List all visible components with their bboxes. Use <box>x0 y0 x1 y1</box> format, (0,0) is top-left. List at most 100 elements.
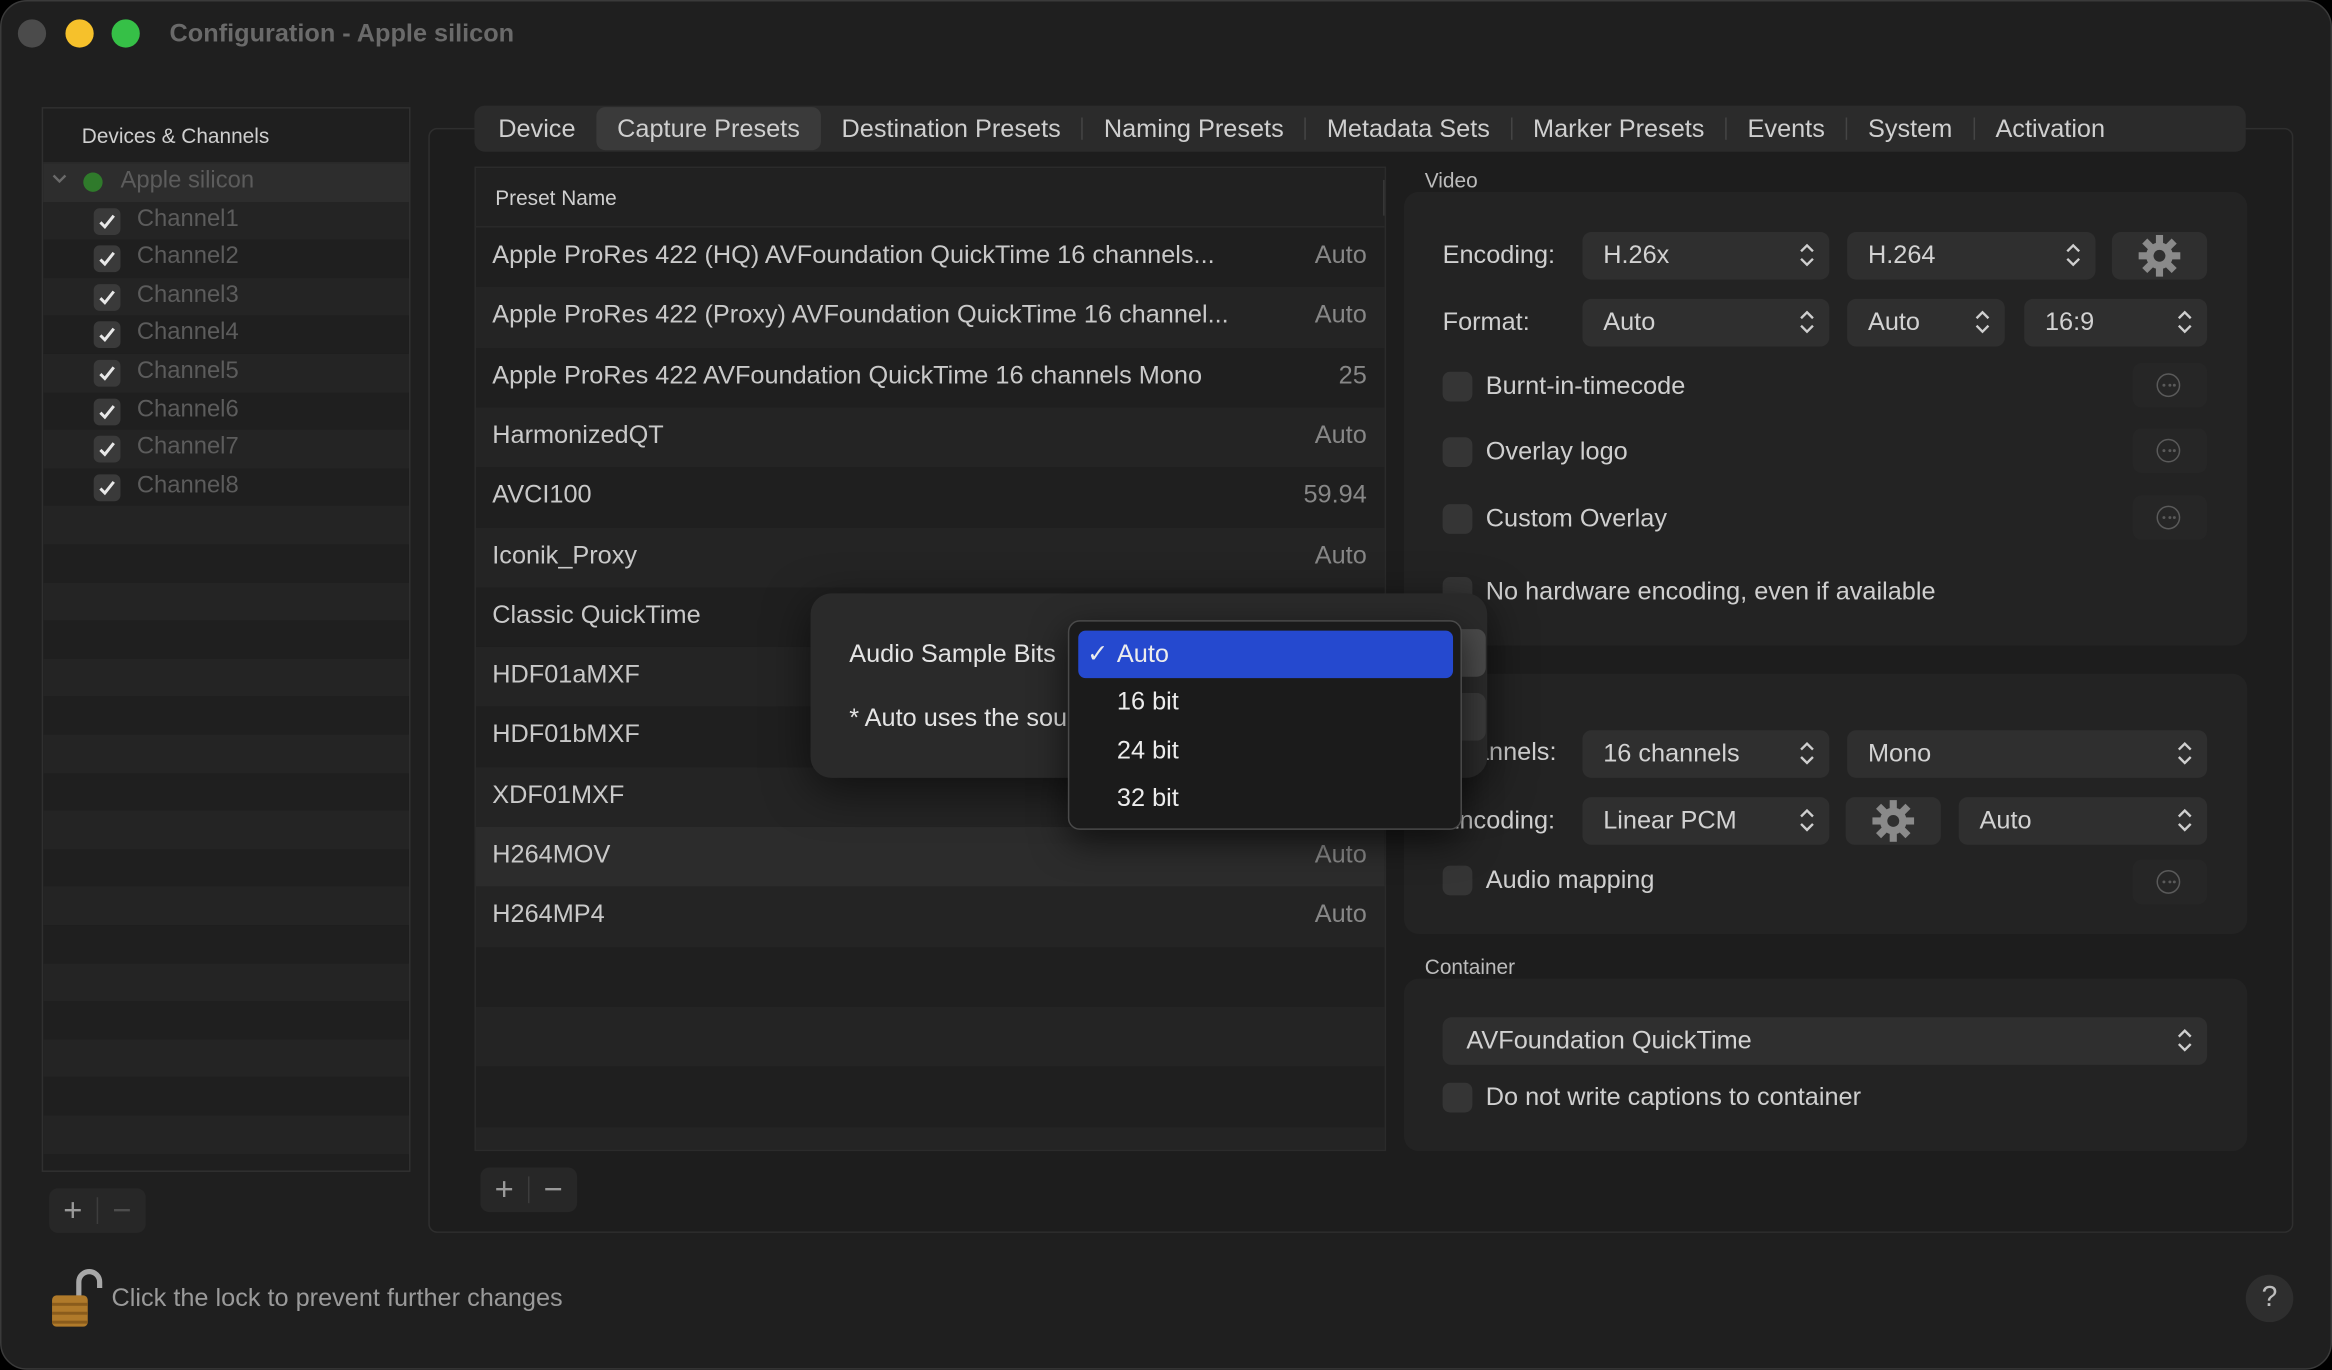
add-preset-button[interactable]: + <box>480 1167 528 1212</box>
format-resolution-popup[interactable]: Auto <box>1582 298 1830 347</box>
checkmark-icon <box>99 252 115 267</box>
table-row[interactable]: AVCI100 59.94 <box>476 467 1385 527</box>
close-window-button[interactable] <box>17 19 47 48</box>
sidebar-item-channel[interactable]: Channel8 <box>43 468 409 506</box>
audio-channel-mode-popup[interactable]: Mono <box>1847 730 2208 778</box>
video-codec-popup[interactable]: H.264 <box>1847 232 2096 280</box>
burnt-in-timecode-label: Burnt-in-timecode <box>1485 371 1686 401</box>
checkmark-icon <box>99 480 115 495</box>
sidebar-item-device[interactable]: Apple silicon <box>43 163 409 202</box>
sidebar-item-channel[interactable]: Channel7 <box>43 430 409 469</box>
channel-checkbox[interactable] <box>93 397 121 425</box>
custom-overlay-options-button[interactable] <box>2132 495 2208 540</box>
sidebar-item-channel[interactable]: Channel4 <box>43 316 409 354</box>
channel-label: Channel4 <box>136 320 239 346</box>
custom-overlay-checkbox[interactable] <box>1442 504 1473 534</box>
burnt-in-options-button[interactable] <box>2132 362 2208 408</box>
audio-encoding-settings-button[interactable] <box>1845 797 1941 845</box>
checkmark-icon <box>99 404 115 419</box>
column-header-preset-name[interactable]: Preset Name <box>475 168 1385 228</box>
audio-auto-note: * Auto uses the source <box>849 703 1072 732</box>
preset-name: HarmonizedQT <box>492 420 664 449</box>
channel-checkbox[interactable] <box>93 245 121 273</box>
audio-channels-popup[interactable]: 16 channels <box>1582 730 1830 778</box>
no-captions-checkbox[interactable] <box>1442 1082 1473 1113</box>
audio-encoding-popup[interactable]: Linear PCM <box>1582 797 1830 845</box>
channel-label: Channel1 <box>136 206 239 232</box>
tab-events[interactable]: Events <box>1727 107 1846 150</box>
tab-naming-presets[interactable]: Naming Presets <box>1083 107 1305 150</box>
tab-activation[interactable]: Activation <box>1975 107 2126 150</box>
minimize-window-button[interactable] <box>65 19 94 48</box>
burnt-in-timecode-checkbox[interactable] <box>1442 371 1473 402</box>
tab-system[interactable]: System <box>1847 107 1973 150</box>
container-section-title: Container <box>1424 954 1516 979</box>
channel-label: Channel6 <box>136 396 239 422</box>
sidebar-item-channel[interactable]: Channel2 <box>43 240 409 278</box>
menu-item-auto[interactable]: ✓ Auto <box>1078 630 1454 679</box>
channel-checkbox[interactable] <box>93 474 121 501</box>
audio-mapping-label: Audio mapping <box>1485 865 1655 894</box>
updown-icon <box>2177 1028 2192 1052</box>
tab-metadata-sets[interactable]: Metadata Sets <box>1306 107 1511 150</box>
remove-channel-button[interactable]: − <box>98 1188 146 1233</box>
updown-icon <box>1975 310 1990 334</box>
unlocked-padlock-icon[interactable] <box>49 1267 103 1329</box>
tab-bar: Device Capture Presets Destination Presets… <box>474 105 2246 152</box>
menu-item-16-bit[interactable]: 16 bit <box>1078 679 1453 727</box>
status-dot-icon <box>83 172 103 192</box>
preset-name: Iconik_Proxy <box>492 540 638 569</box>
tab-destination-presets[interactable]: Destination Presets <box>821 107 1082 150</box>
table-row[interactable]: Apple ProRes 422 AVFoundation QuickTime … <box>476 347 1385 407</box>
video-encoding-family-popup[interactable]: H.26x <box>1582 232 1830 280</box>
add-channel-button[interactable]: + <box>49 1188 97 1233</box>
channel-checkbox[interactable] <box>93 321 121 349</box>
gear-icon <box>2138 234 2181 277</box>
channel-checkbox[interactable] <box>93 283 121 311</box>
container-format-popup[interactable]: AVFoundation QuickTime <box>1442 1017 2208 1065</box>
help-button[interactable]: ? <box>2245 1274 2294 1323</box>
channel-label: Channel2 <box>136 244 239 270</box>
empty-row <box>43 886 409 926</box>
table-row[interactable]: Iconik_Proxy Auto <box>475 527 1385 588</box>
sidebar-item-channel[interactable]: Channel1 <box>43 201 409 240</box>
overlay-logo-options-button[interactable] <box>2132 428 2208 473</box>
audio-sample-rate-popup[interactable]: Auto <box>1958 797 2208 845</box>
preset-name: HDF01bMXF <box>492 720 640 749</box>
video-codec-settings-button[interactable] <box>2111 232 2208 280</box>
channel-checkbox[interactable] <box>93 436 121 463</box>
format-aspect-popup[interactable]: 16:9 <box>2024 298 2208 347</box>
empty-row <box>43 963 409 1002</box>
zoom-window-button[interactable] <box>111 19 140 48</box>
audio-mapping-options-button[interactable] <box>2132 859 2208 905</box>
updown-icon <box>1800 741 1814 765</box>
channel-checkbox[interactable] <box>93 207 121 235</box>
empty-row <box>475 1006 1385 1067</box>
table-row[interactable]: H264MP4 Auto <box>475 886 1385 947</box>
sidebar-item-channel[interactable]: Channel6 <box>43 392 409 430</box>
empty-row <box>43 658 409 697</box>
tab-marker-presets[interactable]: Marker Presets <box>1512 107 1725 150</box>
overlay-logo-label: Overlay logo <box>1485 437 1628 466</box>
table-row[interactable]: H264MOV Auto <box>475 826 1385 887</box>
sidebar-item-channel[interactable]: Channel3 <box>43 277 409 316</box>
empty-row <box>43 582 409 621</box>
channel-checkbox[interactable] <box>93 359 121 387</box>
table-row[interactable]: HarmonizedQT Auto <box>475 407 1385 468</box>
sidebar-item-channel[interactable]: Channel5 <box>43 353 409 393</box>
format-framerate-popup[interactable]: Auto <box>1847 298 2005 347</box>
menu-item-24-bit[interactable]: 24 bit <box>1078 727 1453 775</box>
remove-preset-button[interactable]: − <box>529 1167 577 1212</box>
tab-device[interactable]: Device <box>477 107 596 150</box>
table-row[interactable]: Apple ProRes 422 (Proxy) AVFoundation Qu… <box>475 287 1385 348</box>
lock-instruction-text: Click the lock to prevent further change… <box>111 1283 563 1312</box>
preset-name: Apple ProRes 422 AVFoundation QuickTime … <box>492 360 1203 390</box>
chevron-down-icon[interactable] <box>51 170 72 191</box>
audio-mapping-checkbox[interactable] <box>1442 865 1473 896</box>
video-format-label: Format: <box>1442 307 1530 337</box>
table-row[interactable]: Apple ProRes 422 (HQ) AVFoundation Quick… <box>476 228 1385 288</box>
menu-item-32-bit[interactable]: 32 bit <box>1078 775 1453 823</box>
custom-overlay-label: Custom Overlay <box>1485 504 1668 533</box>
tab-capture-presets[interactable]: Capture Presets <box>596 107 821 151</box>
overlay-logo-checkbox[interactable] <box>1442 437 1473 467</box>
